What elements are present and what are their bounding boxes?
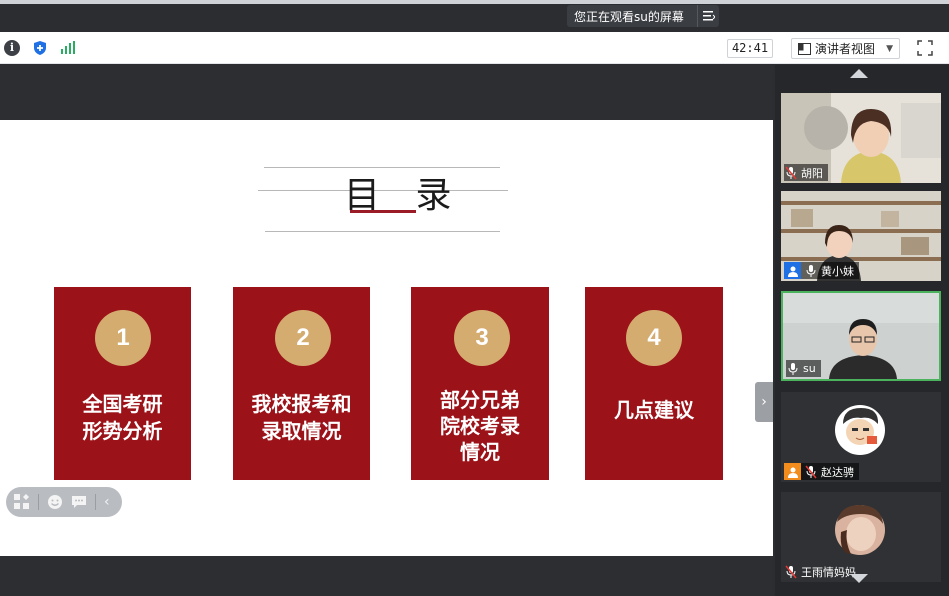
participant-name-tag: 黄小妹 bbox=[784, 262, 859, 279]
signal-icon[interactable] bbox=[60, 40, 76, 56]
participant-tile-active[interactable]: su bbox=[781, 291, 941, 381]
toc-number: 3 bbox=[454, 310, 510, 366]
meeting-window: 您正在观看su的屏幕 i 42:41 演讲者视图 ▼ 目 录 1 全国考研 形势… bbox=[0, 0, 949, 596]
chat-icon[interactable] bbox=[71, 494, 87, 510]
emoji-icon[interactable] bbox=[47, 494, 63, 510]
toc-card: 2 我校报考和 录取情况 bbox=[233, 287, 370, 480]
mic-icon bbox=[786, 362, 800, 376]
list-menu-icon[interactable] bbox=[697, 5, 719, 27]
toc-card: 1 全国考研 形势分析 bbox=[54, 287, 191, 480]
toc-text-line: 情况 bbox=[460, 440, 500, 464]
title-underline bbox=[350, 210, 416, 213]
toc-number: 4 bbox=[626, 310, 682, 366]
participant-name-tag: su bbox=[786, 360, 821, 377]
participant-name-tag: 赵达骋 bbox=[784, 463, 859, 480]
apps-icon[interactable] bbox=[14, 494, 30, 510]
info-icon[interactable]: i bbox=[4, 40, 20, 56]
shield-icon[interactable] bbox=[32, 40, 48, 56]
participant-name: 黄小妹 bbox=[821, 264, 854, 278]
toc-number: 1 bbox=[95, 310, 151, 366]
collapse-left-icon[interactable]: ‹ bbox=[104, 494, 110, 510]
meeting-timer: 42:41 bbox=[727, 39, 773, 58]
scroll-up-icon[interactable] bbox=[850, 69, 868, 78]
speaker-view-label: 演讲者视图 bbox=[815, 42, 876, 56]
toc-text-line: 全国考研 bbox=[82, 392, 163, 416]
slide-title-block: 目 录 bbox=[258, 140, 508, 240]
meeting-toolbar: i 42:41 演讲者视图 ▼ bbox=[0, 32, 949, 64]
host-user-icon bbox=[784, 262, 801, 279]
toc-text-line: 部分兄弟 bbox=[440, 388, 520, 412]
screen-share-banner[interactable]: 您正在观看su的屏幕 bbox=[567, 5, 719, 27]
participant-name: su bbox=[803, 362, 816, 375]
participant-tile[interactable]: 赵达骋 bbox=[781, 392, 941, 482]
window-top-edge bbox=[0, 0, 949, 4]
toc-text-line: 院校考录 bbox=[440, 414, 520, 438]
toc-text-line: 我校报考和 bbox=[251, 392, 352, 416]
participant-tile[interactable]: 黄小妹 bbox=[781, 191, 941, 281]
participant-name: 胡阳 bbox=[801, 166, 823, 180]
host-user-icon bbox=[784, 463, 801, 480]
toc-text-line: 几点建议 bbox=[614, 398, 694, 422]
toc-card: 4 几点建议 bbox=[585, 287, 723, 480]
fullscreen-icon[interactable] bbox=[917, 40, 933, 56]
mic-muted-icon bbox=[784, 565, 798, 579]
toc-text-line: 录取情况 bbox=[261, 419, 342, 443]
shared-screen: 目 录 1 全国考研 形势分析 2 我校报考和 录取情况 3 部分兄弟 院校考录… bbox=[0, 65, 773, 596]
layout-icon bbox=[798, 42, 811, 55]
speaker-view-button[interactable]: 演讲者视图 ▼ bbox=[791, 38, 900, 59]
floating-toolbar: ‹ bbox=[6, 487, 122, 517]
mic-icon bbox=[804, 264, 818, 278]
participant-tile[interactable]: 王雨情妈妈 bbox=[781, 492, 941, 582]
participant-panel: 胡阳 黄小妹 su 赵达骋 王雨情妈妈 bbox=[775, 65, 949, 596]
title-divider bbox=[265, 231, 500, 232]
screen-share-banner-text: 您正在观看su的屏幕 bbox=[574, 9, 684, 24]
participant-name: 赵达骋 bbox=[821, 465, 854, 479]
toc-number: 2 bbox=[275, 310, 331, 366]
panel-toggle-handle[interactable]: › bbox=[755, 382, 773, 422]
scroll-down-icon[interactable] bbox=[850, 574, 868, 583]
toc-card: 3 部分兄弟 院校考录 情况 bbox=[411, 287, 549, 480]
participant-name-tag: 胡阳 bbox=[784, 164, 828, 181]
toolbar-separator bbox=[38, 494, 39, 510]
participant-tile[interactable]: 胡阳 bbox=[781, 93, 941, 183]
mic-muted-icon bbox=[804, 465, 818, 479]
mic-muted-icon bbox=[784, 166, 798, 180]
chevron-down-icon: ▼ bbox=[886, 43, 893, 54]
participant-name: 王雨情妈妈 bbox=[801, 565, 856, 579]
toc-text-line: 形势分析 bbox=[82, 419, 163, 443]
toolbar-separator bbox=[95, 494, 96, 510]
